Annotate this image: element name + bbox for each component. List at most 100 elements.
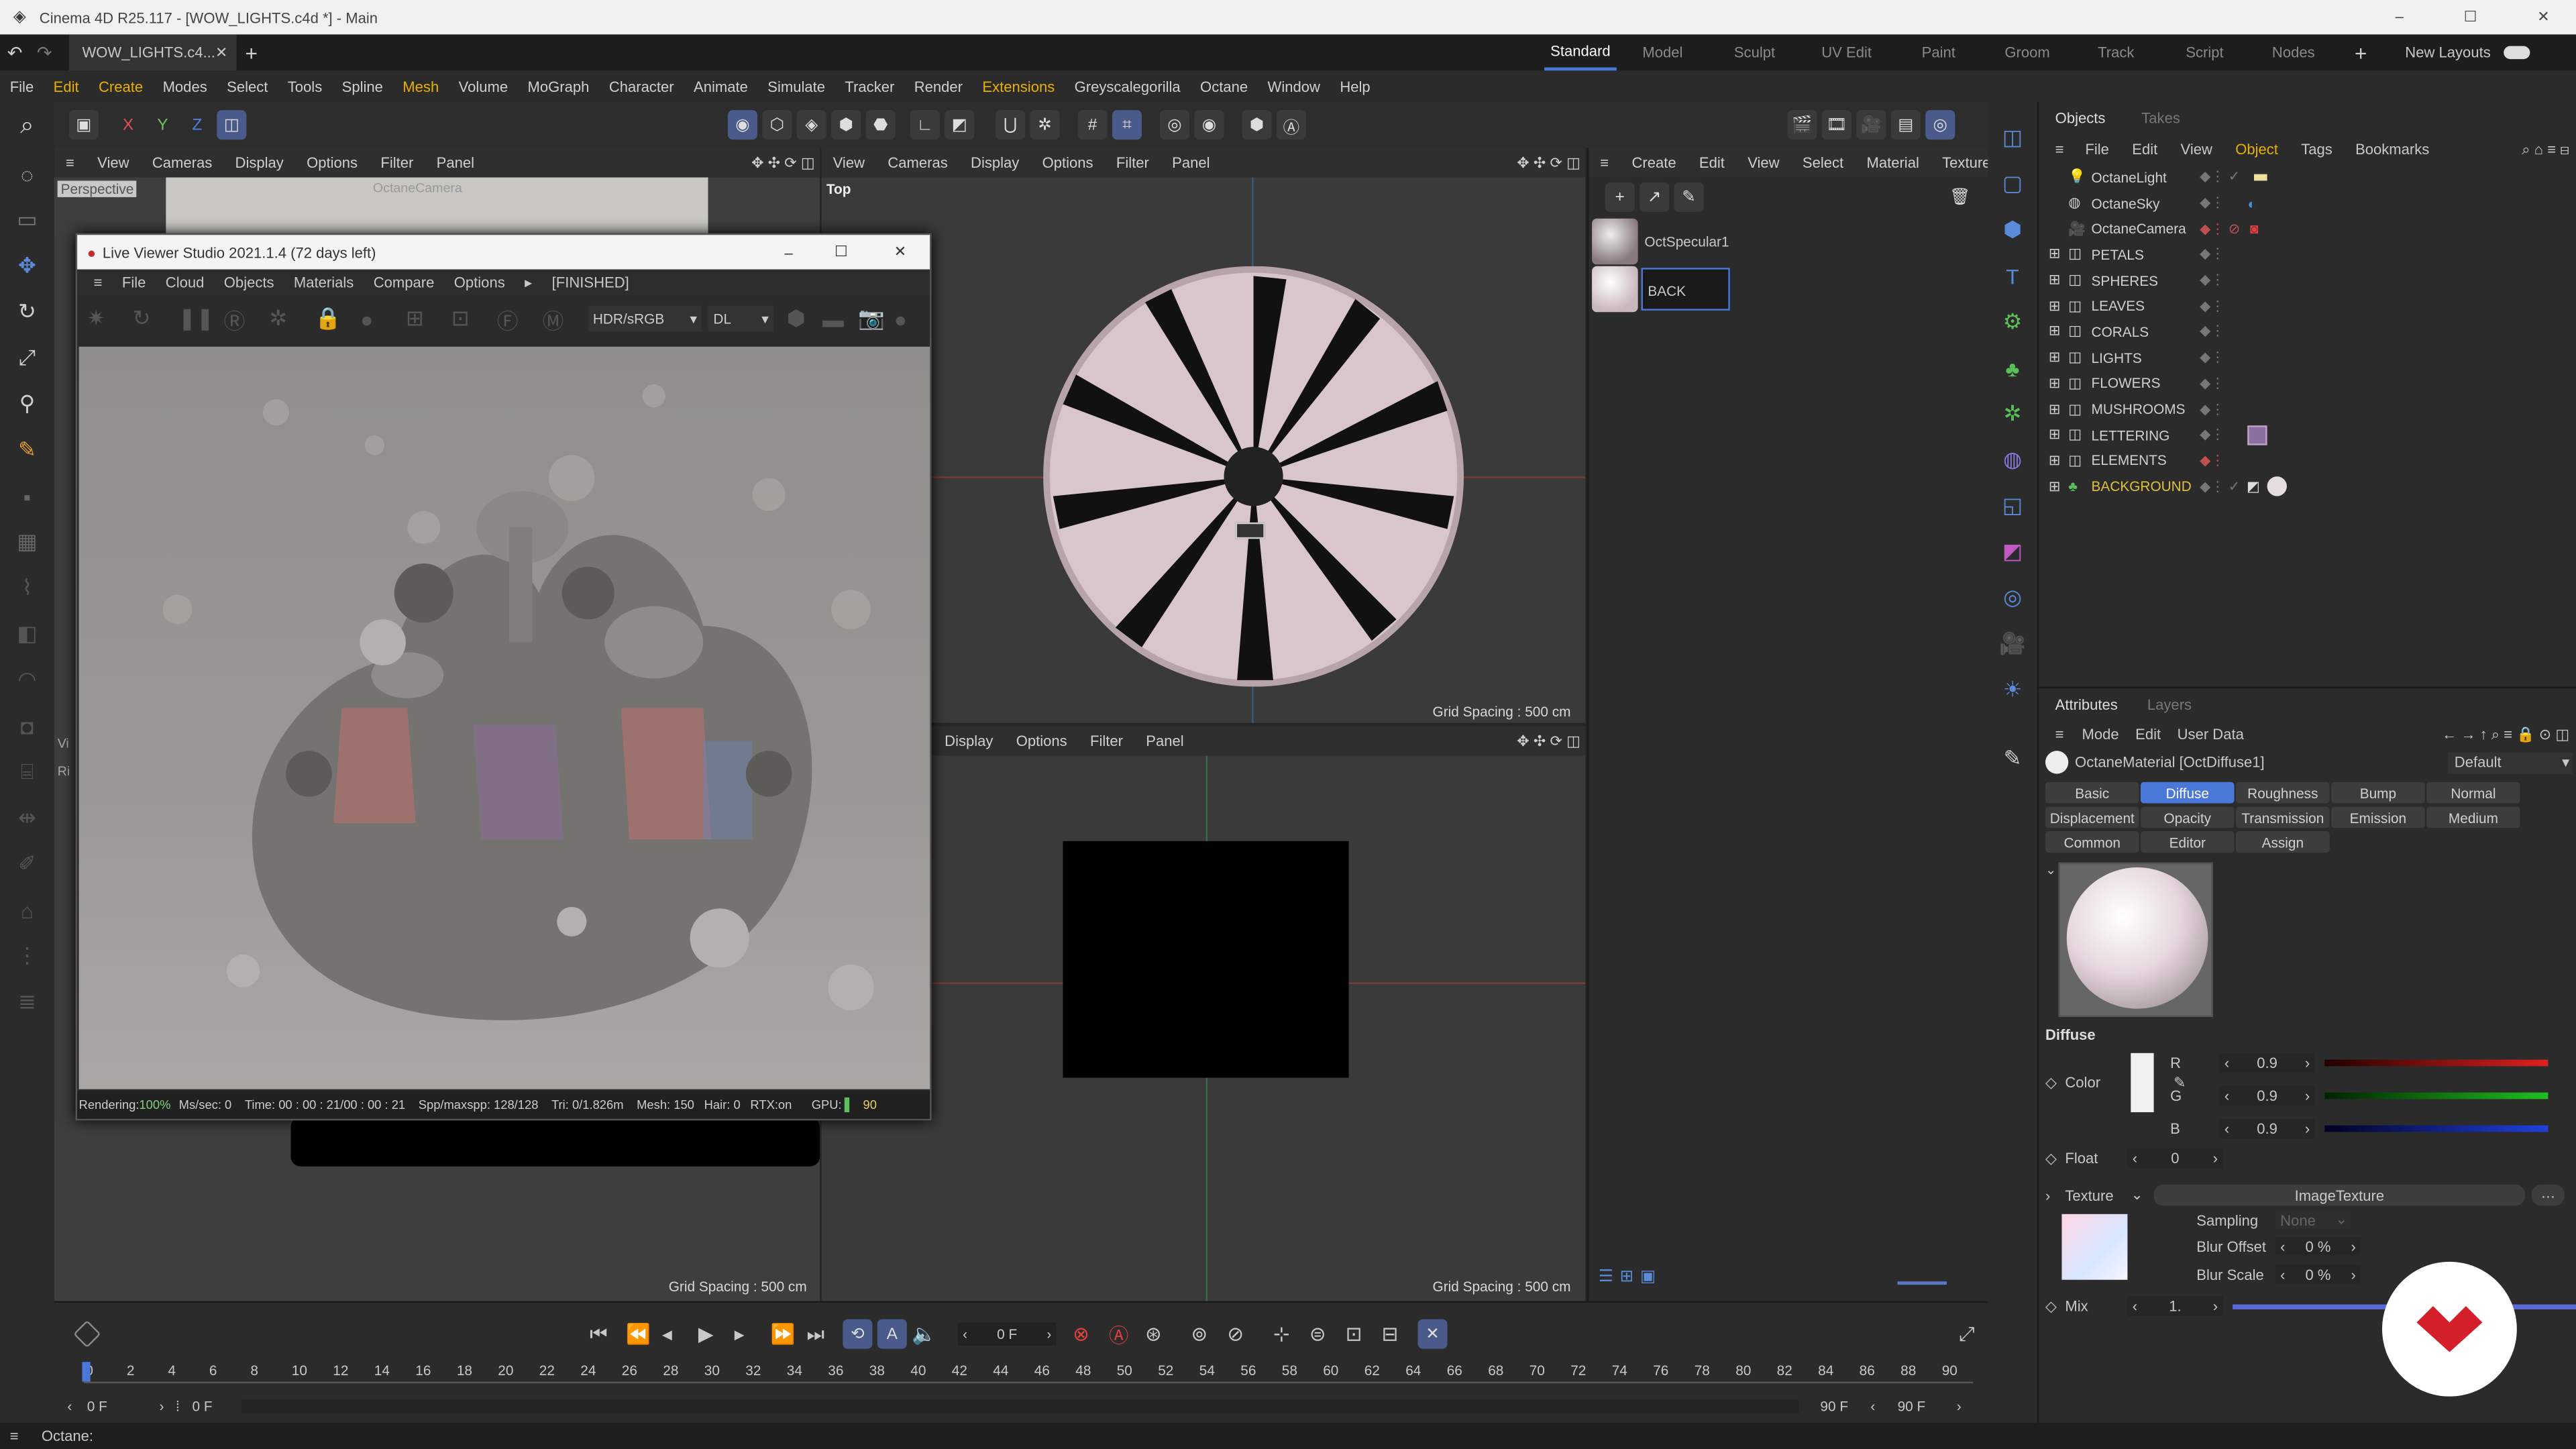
tool-5-icon[interactable]: ⌸ <box>0 749 54 796</box>
range-start-arrow-icon[interactable]: ‹ <box>67 1398 87 1414</box>
lv-menu-compare[interactable]: Compare <box>364 274 444 290</box>
sampling-select[interactable]: None ⌄ <box>2275 1210 2351 1229</box>
blur-scale-input[interactable]: ‹ 0 % › <box>2275 1265 2361 1283</box>
vp-menu-display[interactable]: Display <box>223 154 295 170</box>
menu-greyscalegorilla[interactable]: Greyscalegorilla <box>1065 78 1190 94</box>
object-row[interactable]: ⊞ ◫ FLOWERS ◆⋮ <box>2049 370 2576 396</box>
top-menu-options[interactable]: Options <box>1030 154 1104 170</box>
move-icon[interactable]: ✥ <box>0 243 54 289</box>
channel-tab-opacity[interactable]: Opacity <box>2141 806 2235 828</box>
playhead[interactable] <box>82 1362 91 1382</box>
minimize-icon[interactable]: – <box>2396 8 2404 26</box>
camera-icon[interactable]: 🎥 <box>1988 621 2037 667</box>
key-position-icon[interactable]: ⊚ <box>1191 1322 1228 1345</box>
menu-create[interactable]: Create <box>89 78 153 94</box>
obj-menu-file[interactable]: File <box>2074 142 2121 158</box>
mat-trash-icon[interactable]: 🗑 <box>1945 182 1975 212</box>
lv-clay-icon[interactable]: ⊡ <box>451 306 497 332</box>
workplane-icon[interactable]: ▦ <box>0 519 54 566</box>
menu-octane[interactable]: Octane <box>1190 78 1257 94</box>
channel-tab-transmission[interactable]: Transmission <box>2236 806 2330 828</box>
lv-settings-icon[interactable]: ✲ <box>269 306 315 332</box>
material-item[interactable]: BACK <box>1589 264 1988 312</box>
live-viewer-window[interactable]: ● Live Viewer Studio 2021.1.4 (72 days l… <box>75 233 932 1121</box>
redo-icon[interactable]: ↷ <box>30 42 59 63</box>
tab-standard[interactable]: Standard <box>1544 34 1617 71</box>
lv-menu-objects[interactable]: Objects <box>214 274 284 290</box>
play-icon[interactable]: ▶ <box>698 1322 735 1345</box>
object-row[interactable]: ⊞ ◫ LIGHTS ◆⋮ <box>2049 345 2576 370</box>
tool-9-icon[interactable]: ⋮ <box>0 933 54 979</box>
axis-x-button[interactable]: X <box>113 110 144 140</box>
r-slider[interactable] <box>2324 1059 2548 1067</box>
r-input[interactable]: ‹ 0.9 › <box>2219 1053 2315 1073</box>
add-layout-icon[interactable]: + <box>2339 40 2382 65</box>
lv-maximize-icon[interactable]: ☐ <box>812 243 871 261</box>
settings-gear-icon[interactable]: ✲ <box>1030 110 1060 140</box>
object-tool-icon[interactable]: ◫ <box>1988 115 2037 161</box>
menu-tools[interactable]: Tools <box>278 78 332 94</box>
vp-menu-view[interactable]: View <box>86 154 141 170</box>
record-icon[interactable]: ⊗ <box>1073 1322 1109 1345</box>
prev-frame-icon[interactable]: ◂ <box>662 1322 698 1345</box>
edit-icon[interactable]: ✎ <box>1988 736 2037 782</box>
tab-takes[interactable]: Takes <box>2141 110 2180 126</box>
object-row[interactable]: ⊞ ◫ ELEMENTS ◆⋮ <box>2049 448 2576 474</box>
top-menu-display[interactable]: Display <box>959 154 1031 170</box>
object-row[interactable]: ⊞ ◫ PETALS ◆⋮ <box>2049 241 2576 267</box>
object-row[interactable]: ⊞ ◫ MUSHROOMS ◆⋮ <box>2049 396 2576 422</box>
keyframe-diamond-icon[interactable]: ◇ <box>2045 1297 2065 1315</box>
tab-sculpt[interactable]: Sculpt <box>1709 44 1801 60</box>
volume-icon[interactable]: ◩ <box>1988 529 2037 576</box>
camera-gizmo-icon[interactable] <box>1235 522 1265 539</box>
color-swatch[interactable] <box>2131 1053 2154 1112</box>
lv-minimize-icon[interactable]: – <box>765 244 812 260</box>
tab-attributes[interactable]: Attributes <box>2055 696 2118 712</box>
keyframe-icon[interactable] <box>73 1320 101 1348</box>
undo-icon[interactable]: ↶ <box>0 42 30 63</box>
lv-restart-icon[interactable]: ↻ <box>133 306 178 332</box>
large-view-icon[interactable]: ▣ <box>1640 1269 1656 1287</box>
obj-search-icons[interactable]: ⌕ ⌂ ≡ ⊟ <box>2522 140 2576 158</box>
key-param-icon[interactable]: ⊜ <box>1309 1322 1346 1345</box>
lv-menu-arrow-icon[interactable]: ▸ <box>515 274 541 292</box>
range-end-arrow-icon[interactable]: ‹ <box>1848 1398 1897 1414</box>
b-slider[interactable] <box>2324 1125 2548 1132</box>
prev-key-icon[interactable]: ⏪ <box>626 1322 662 1345</box>
lv-add-icon[interactable]: ⊞ <box>406 306 451 332</box>
menu-window[interactable]: Window <box>1258 78 1330 94</box>
obj-menu-view[interactable]: View <box>2169 142 2224 158</box>
obj-menu-tags[interactable]: Tags <box>2290 142 2344 158</box>
tool-8-icon[interactable]: ⌂ <box>0 887 54 933</box>
range-end-arrow-right-icon[interactable]: › <box>1957 1398 1973 1414</box>
channel-tab-bump[interactable]: Bump <box>2331 782 2425 804</box>
key-interp-icon[interactable]: ✕ <box>1417 1319 1448 1349</box>
texture-chevron-icon[interactable]: ⌄ <box>2131 1186 2153 1204</box>
tool-7-icon[interactable]: ✐ <box>0 841 54 888</box>
field-icon[interactable]: ◱ <box>1988 483 2037 529</box>
menu-tracker[interactable]: Tracker <box>835 78 904 94</box>
tool-2-icon[interactable]: ◧ <box>0 611 54 657</box>
mat-menu-view[interactable]: View <box>1736 154 1791 170</box>
channel-tab-diffuse[interactable]: Diffuse <box>2141 782 2235 804</box>
vp-menu-cameras[interactable]: Cameras <box>141 154 224 170</box>
lv-dot-icon[interactable]: ● <box>894 307 930 331</box>
mat-picker-icon[interactable]: ✎ <box>1674 182 1704 212</box>
next-frame-icon[interactable]: ▸ <box>735 1322 771 1345</box>
lv-lock-icon[interactable]: 🔒 <box>315 306 360 332</box>
menu-animate[interactable]: Animate <box>684 78 757 94</box>
channel-tab-basic[interactable]: Basic <box>2045 782 2139 804</box>
right-nav-icons[interactable]: ✥ ✣ ⟳ ◫ <box>1512 732 1585 750</box>
thumbnail-size-slider[interactable] <box>1897 1281 1947 1285</box>
document-tab[interactable]: WOW_LIGHTS.c4... ✕ <box>68 34 237 71</box>
menu-character[interactable]: Character <box>599 78 684 94</box>
keyframe-selection-icon[interactable]: ⊛ <box>1145 1322 1181 1345</box>
right-canvas[interactable]: Grid Spacing : 500 cm <box>821 755 1586 1301</box>
range-end-field[interactable]: 90 F <box>1898 1398 1957 1414</box>
current-frame-field[interactable]: ‹ 0 F › <box>957 1322 1057 1346</box>
right-menu-filter[interactable]: Filter <box>1079 733 1134 749</box>
top-menu-panel[interactable]: Panel <box>1161 154 1222 170</box>
lv-film-icon[interactable]: ▬ <box>822 307 858 331</box>
menu-simulate[interactable]: Simulate <box>758 78 835 94</box>
mat-arrow-icon[interactable]: ↗ <box>1640 182 1670 212</box>
